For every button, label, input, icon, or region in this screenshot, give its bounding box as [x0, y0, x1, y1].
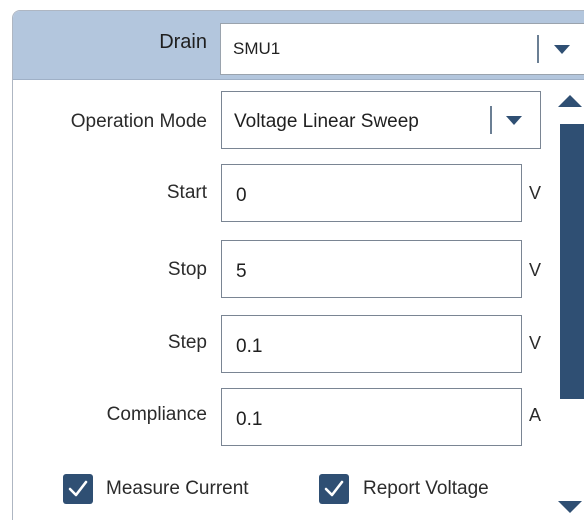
checkmark-icon [324, 480, 344, 497]
scrollbar-thumb[interactable] [560, 124, 584, 399]
compliance-label: Compliance [106, 404, 207, 425]
compliance-value: 0.1 [236, 409, 263, 430]
step-input[interactable]: 0.1 [221, 315, 522, 373]
compliance-unit: A [529, 405, 542, 425]
start-input[interactable]: 0 [221, 164, 522, 222]
report-voltage-label: Report Voltage [363, 478, 489, 499]
operation-mode-select[interactable]: Voltage Linear Sweep [221, 91, 541, 149]
stop-input[interactable]: 5 [221, 240, 522, 298]
operation-mode-label: Operation Mode [70, 111, 207, 132]
drain-select[interactable]: SMU1 [220, 23, 584, 75]
compliance-input[interactable]: 0.1 [221, 388, 522, 446]
stop-label: Stop [167, 259, 207, 280]
arrow-up-icon[interactable] [558, 95, 582, 107]
step-label: Step [167, 332, 207, 353]
stop-value: 5 [236, 261, 247, 282]
dropdown-separator [537, 35, 539, 63]
arrow-down-icon[interactable] [558, 501, 582, 513]
step-unit: V [529, 333, 542, 353]
chevron-down-icon[interactable] [506, 116, 522, 125]
start-unit: V [529, 183, 542, 203]
dropdown-separator [490, 106, 492, 134]
drain-label: Drain [159, 31, 207, 53]
start-value: 0 [236, 185, 247, 206]
report-voltage-checkbox[interactable] [319, 474, 349, 504]
drain-header: Drain SMU1 [13, 11, 584, 80]
measure-current-label: Measure Current [106, 478, 249, 499]
step-value: 0.1 [236, 336, 263, 357]
drain-select-value: SMU1 [233, 39, 281, 58]
measure-current-checkbox[interactable] [63, 474, 93, 504]
start-label: Start [166, 182, 207, 203]
vertical-scrollbar[interactable] [555, 91, 584, 520]
drain-settings-panel: Drain SMU1 Operation Mode Voltage Linear… [12, 10, 584, 520]
operation-mode-value: Voltage Linear Sweep [234, 111, 419, 132]
checkmark-icon [68, 480, 88, 497]
chevron-down-icon[interactable] [554, 45, 570, 54]
stop-unit: V [529, 260, 542, 280]
